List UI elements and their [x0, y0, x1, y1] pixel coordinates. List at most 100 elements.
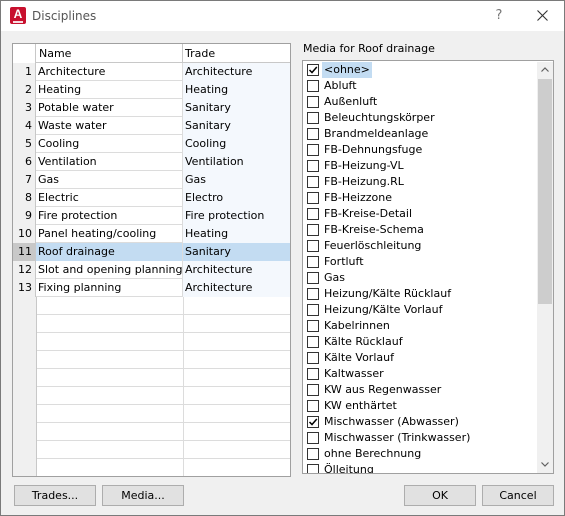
cell-name[interactable]: Architecture: [36, 63, 183, 81]
cell-trade[interactable]: Cooling: [183, 135, 290, 153]
disciplines-grid[interactable]: Name Trade 1 Architecture Architecture 2 Hea…: [12, 43, 291, 477]
cell-name[interactable]: Fixing planning: [36, 279, 183, 297]
cell-trade[interactable]: Heating: [183, 81, 290, 99]
table-row[interactable]: 4 Waste water Sanitary: [13, 117, 290, 135]
row-header[interactable]: 6: [13, 153, 36, 171]
table-row[interactable]: 11 Roof drainage Sanitary: [13, 243, 290, 261]
cell-trade[interactable]: Fire protection: [183, 207, 290, 225]
table-row[interactable]: 9 Fire protection Fire protection: [13, 207, 290, 225]
list-item[interactable]: Mischwasser (Trinkwasser): [304, 430, 537, 446]
checkbox[interactable]: [307, 112, 319, 124]
checkbox[interactable]: [307, 208, 319, 220]
cell-trade[interactable]: Sanitary: [183, 243, 290, 261]
checkbox[interactable]: [307, 176, 319, 188]
checkbox[interactable]: [307, 64, 319, 76]
row-header[interactable]: 10: [13, 225, 36, 243]
list-item[interactable]: Ölleitung: [304, 462, 537, 473]
list-item[interactable]: Abluft: [304, 78, 537, 94]
table-row[interactable]: 12 Slot and opening planning Architecture: [13, 261, 290, 279]
ok-button[interactable]: OK: [404, 485, 476, 506]
list-item[interactable]: FB-Heizung-VL: [304, 158, 537, 174]
row-header[interactable]: 2: [13, 81, 36, 99]
list-item[interactable]: FB-Kreise-Detail: [304, 206, 537, 222]
cell-name[interactable]: Roof drainage: [36, 243, 183, 261]
cell-name[interactable]: Waste water: [36, 117, 183, 135]
row-header[interactable]: 8: [13, 189, 36, 207]
list-item[interactable]: FB-Heizzone: [304, 190, 537, 206]
cell-trade[interactable]: Architecture: [183, 63, 290, 81]
cell-name[interactable]: Heating: [36, 81, 183, 99]
cell-trade[interactable]: Ventilation: [183, 153, 290, 171]
list-item[interactable]: Heizung/Kälte Rücklauf: [304, 286, 537, 302]
table-row[interactable]: 6 Ventilation Ventilation: [13, 153, 290, 171]
list-item[interactable]: ohne Berechnung: [304, 446, 537, 462]
checkbox[interactable]: [307, 368, 319, 380]
list-item[interactable]: Heizung/Kälte Vorlauf: [304, 302, 537, 318]
table-row[interactable]: 2 Heating Heating: [13, 81, 290, 99]
list-item[interactable]: <ohne>: [304, 62, 537, 78]
column-header-name[interactable]: Name: [36, 44, 183, 63]
cell-name[interactable]: Potable water: [36, 99, 183, 117]
list-item[interactable]: Kälte Rücklauf: [304, 334, 537, 350]
cell-trade[interactable]: Architecture: [183, 261, 290, 279]
checkbox[interactable]: [307, 160, 319, 172]
list-item[interactable]: Feuerlöschleitung: [304, 238, 537, 254]
checkbox[interactable]: [307, 256, 319, 268]
table-row[interactable]: 1 Architecture Architecture: [13, 63, 290, 81]
media-button[interactable]: Media...: [102, 485, 184, 506]
list-item[interactable]: Brandmeldeanlage: [304, 126, 537, 142]
column-header-trade[interactable]: Trade: [183, 44, 290, 63]
cell-name[interactable]: Panel heating/cooling: [36, 225, 183, 243]
checkbox[interactable]: [307, 96, 319, 108]
row-header[interactable]: 1: [13, 63, 36, 81]
checkbox[interactable]: [307, 400, 319, 412]
cell-name[interactable]: Slot and opening planning: [36, 261, 183, 279]
close-button[interactable]: [528, 6, 556, 26]
list-item[interactable]: FB-Kreise-Schema: [304, 222, 537, 238]
checkbox[interactable]: [307, 416, 319, 428]
cancel-button[interactable]: Cancel: [482, 485, 554, 506]
checkbox[interactable]: [307, 224, 319, 236]
cell-name[interactable]: Electric: [36, 189, 183, 207]
checkbox[interactable]: [307, 352, 319, 364]
scroll-up-button[interactable]: [537, 62, 553, 78]
scroll-down-button[interactable]: [537, 457, 553, 473]
cell-trade[interactable]: Gas: [183, 171, 290, 189]
checkbox[interactable]: [307, 448, 319, 460]
list-item[interactable]: FB-Dehnungsfuge: [304, 142, 537, 158]
cell-trade[interactable]: Sanitary: [183, 117, 290, 135]
list-item[interactable]: Kabelrinnen: [304, 318, 537, 334]
checkbox[interactable]: [307, 272, 319, 284]
checkbox[interactable]: [307, 128, 319, 140]
row-header[interactable]: 7: [13, 171, 36, 189]
checkbox[interactable]: [307, 288, 319, 300]
table-row[interactable]: 13 Fixing planning Architecture: [13, 279, 290, 297]
media-scrollbar[interactable]: [537, 62, 553, 473]
cell-trade[interactable]: Architecture: [183, 279, 290, 297]
row-header[interactable]: 5: [13, 135, 36, 153]
list-item[interactable]: FB-Heizung.RL: [304, 174, 537, 190]
table-row[interactable]: 10 Panel heating/cooling Heating: [13, 225, 290, 243]
cell-trade[interactable]: Electro: [183, 189, 290, 207]
checkbox[interactable]: [307, 432, 319, 444]
trades-button[interactable]: Trades...: [14, 485, 96, 506]
list-item[interactable]: Kälte Vorlauf: [304, 350, 537, 366]
checkbox[interactable]: [307, 304, 319, 316]
row-header[interactable]: 13: [13, 279, 36, 297]
checkbox[interactable]: [307, 240, 319, 252]
row-header[interactable]: 12: [13, 261, 36, 279]
checkbox[interactable]: [307, 336, 319, 348]
scroll-thumb[interactable]: [538, 79, 552, 304]
checkbox[interactable]: [307, 80, 319, 92]
cell-trade[interactable]: Sanitary: [183, 99, 290, 117]
checkbox[interactable]: [307, 384, 319, 396]
list-item[interactable]: KW aus Regenwasser: [304, 382, 537, 398]
row-header[interactable]: 11: [13, 243, 36, 261]
help-button[interactable]: ?: [487, 6, 511, 26]
list-item[interactable]: KW enthärtet: [304, 398, 537, 414]
table-row[interactable]: 3 Potable water Sanitary: [13, 99, 290, 117]
list-item[interactable]: Mischwasser (Abwasser): [304, 414, 537, 430]
list-item[interactable]: Gas: [304, 270, 537, 286]
row-header[interactable]: 4: [13, 117, 36, 135]
cell-name[interactable]: Ventilation: [36, 153, 183, 171]
